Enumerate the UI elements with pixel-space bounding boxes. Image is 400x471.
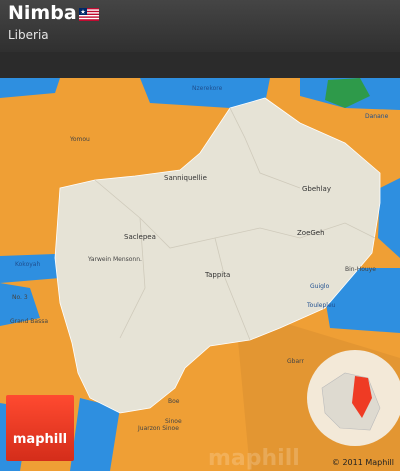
label-gbehlay: Gbehlay [302, 185, 331, 193]
label-yarwein-mensonn: Yarwein Mensonn. [87, 256, 142, 263]
header-bar: Nimba Liberia [0, 0, 400, 52]
liberia-flag-icon [79, 8, 99, 21]
label-no-3: No. 3 [12, 294, 28, 301]
label-gbarr: Gbarr [287, 358, 304, 365]
label-sinoe: Sinoe [165, 418, 182, 425]
maphill-logo[interactable]: maphill [6, 395, 74, 461]
watermark: maphill [208, 446, 300, 471]
label-guiglo: Guiglo [310, 283, 330, 290]
label-bin-houye: Bin-Houye [345, 266, 376, 273]
label-saclepea: Saclepea [124, 233, 156, 241]
country-subtitle: Liberia [8, 28, 49, 42]
label-toulepleu: Toulepleu [306, 302, 336, 309]
label-boe: Boe [168, 398, 180, 405]
label-zoegeh: ZoeGeh [297, 229, 325, 237]
label-danane: Danane [365, 113, 389, 120]
copyright-text: © 2011 Maphill [331, 458, 394, 467]
label-grand-bassa: Grand Bassa [10, 318, 48, 325]
water-region-left [0, 254, 60, 283]
page-title: Nimba [8, 2, 77, 24]
label-nzerekore: Nzerekore [192, 85, 223, 92]
label-juarzon-sinoe: Juarzon Sinoe [137, 425, 179, 432]
label-yomou: Yomou [69, 136, 90, 143]
label-sanniquellie: Sanniquellie [164, 174, 207, 182]
label-kokoyah: Kokoyah [15, 261, 40, 268]
label-tappita: Tappita [204, 271, 230, 279]
logo-text: maphill [12, 432, 68, 447]
